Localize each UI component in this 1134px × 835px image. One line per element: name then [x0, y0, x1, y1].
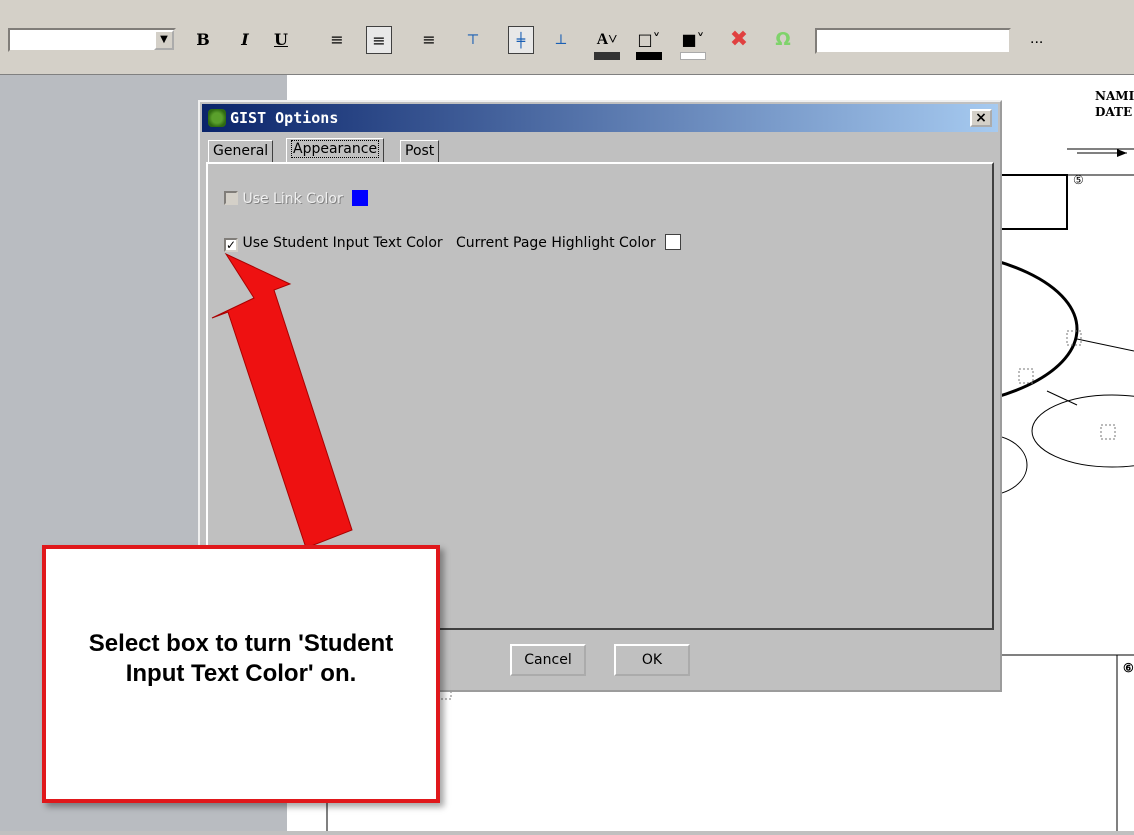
font-color-swatch: [594, 52, 620, 60]
use-link-color-row: Use Link Color: [224, 190, 368, 207]
tab-post[interactable]: Post: [400, 140, 440, 162]
highlight-color-swatch[interactable]: [664, 234, 681, 250]
use-student-input-text-color-label: Use Student Input Text Color: [242, 235, 443, 251]
cancel-button[interactable]: Cancel: [510, 644, 586, 676]
italic-button[interactable]: I: [232, 26, 258, 54]
tab-post-label: Post: [405, 143, 435, 159]
tab-general-label: General: [213, 143, 269, 159]
align-left-icon[interactable]: ≡: [324, 26, 350, 54]
font-color-icon[interactable]: A˅: [594, 26, 620, 54]
dialog-title: GIST Options: [230, 109, 339, 127]
background-color-icon[interactable]: ■˅: [680, 26, 706, 54]
chevron-down-icon[interactable]: ▼: [154, 30, 174, 50]
more-options-button[interactable]: ...: [1030, 30, 1043, 48]
toolbar-text-input[interactable]: [815, 28, 1011, 54]
border-color-icon[interactable]: □˅: [636, 26, 662, 54]
close-button[interactable]: ×: [970, 109, 992, 127]
valign-middle-icon[interactable]: ╪: [508, 26, 534, 54]
page-name-label: NAMI: [1095, 89, 1134, 103]
current-page-highlight-label: Current Page Highlight Color: [456, 235, 656, 251]
use-student-input-text-color-checkbox[interactable]: ✓: [224, 238, 238, 252]
valign-bottom-icon[interactable]: ⊥: [548, 26, 574, 54]
student-input-color-row: ✓ Use Student Input Text Color Current P…: [224, 234, 681, 252]
font-combo[interactable]: ▼: [8, 28, 176, 52]
circled-number-6: ⑥: [1123, 661, 1134, 675]
omega-icon[interactable]: Ω: [770, 26, 796, 54]
ok-button[interactable]: OK: [614, 644, 690, 676]
tab-general[interactable]: General: [208, 140, 274, 162]
formatting-toolbar: ▼ B I U ≡ ≡ ≡ ⊤ ╪ ⊥ A˅ □˅ ■˅ ✖ Ω ...: [0, 0, 1134, 75]
valign-top-icon[interactable]: ⊤: [460, 26, 486, 54]
border-color-swatch: [636, 52, 662, 60]
callout-text: Select box to turn 'Student Input Text C…: [88, 630, 394, 687]
use-link-color-label: Use Link Color: [242, 191, 343, 207]
bold-button[interactable]: B: [190, 26, 216, 54]
background-color-swatch: [680, 52, 706, 60]
circled-number-5: ⑤: [1073, 173, 1084, 187]
gist-app-icon: [208, 109, 226, 127]
align-right-icon[interactable]: ≡: [416, 26, 442, 54]
underline-button[interactable]: U: [268, 26, 294, 54]
tab-appearance-label: Appearance: [291, 140, 380, 158]
instruction-callout: Select box to turn 'Student Input Text C…: [42, 545, 440, 803]
delete-icon[interactable]: ✖: [726, 26, 752, 54]
use-link-color-checkbox[interactable]: [224, 191, 238, 205]
align-center-icon[interactable]: ≡: [366, 26, 392, 54]
tab-appearance[interactable]: Appearance: [286, 138, 385, 163]
dialog-titlebar[interactable]: GIST Options ×: [202, 104, 998, 132]
link-color-swatch[interactable]: [351, 190, 368, 206]
page-date-label: DATE: [1095, 105, 1133, 119]
